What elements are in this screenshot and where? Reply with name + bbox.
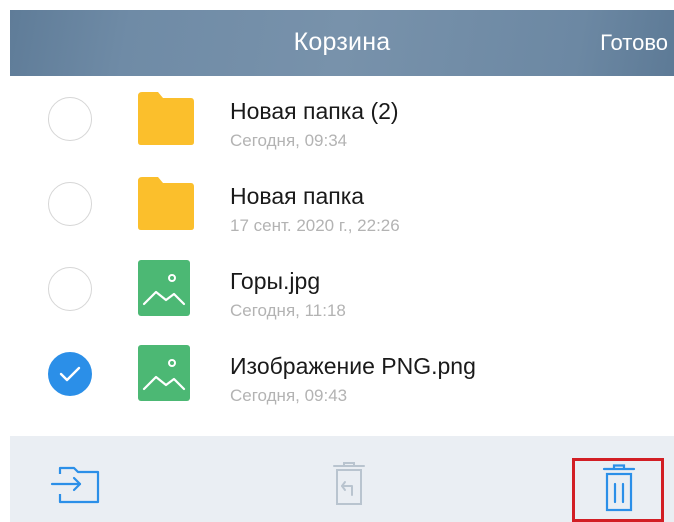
file-date: Сегодня, 09:34 [230,131,348,150]
list-item[interactable]: Горы.jpg Сегодня, 11:18 [10,246,674,331]
image-icon [138,345,190,401]
list-item[interactable]: Новая папка (2) Сегодня, 09:34 [10,76,674,161]
move-to-folder-button[interactable] [50,466,102,511]
delete-button-highlight [572,458,664,522]
file-name: Горы.jpg [230,268,321,294]
folder-icon [136,90,196,146]
list-item[interactable]: Новая папка 17 сент. 2020 г., 22:26 [10,161,674,246]
checkmark-icon [59,366,81,382]
navigation-bar: Корзина Готово [10,10,674,76]
file-date: Сегодня, 09:43 [230,386,348,405]
file-name: Новая папка (2) [230,98,399,124]
restore-button[interactable] [332,462,366,513]
list-item[interactable]: Изображение PNG.png Сегодня, 09:43 [10,331,674,416]
select-checkbox[interactable] [48,97,92,141]
image-icon [138,260,190,316]
file-name: Новая папка [230,183,365,209]
file-name: Изображение PNG.png [230,353,476,379]
page-title: Корзина [293,28,391,56]
select-checkbox[interactable] [48,267,92,311]
select-checkbox-checked[interactable] [48,352,92,396]
file-date: 17 сент. 2020 г., 22:26 [230,216,400,235]
select-checkbox[interactable] [48,182,92,226]
file-date: Сегодня, 11:18 [230,301,346,320]
folder-icon [136,175,196,231]
done-button[interactable]: Готово [600,30,668,56]
move-to-folder-icon [50,466,100,504]
restore-icon [333,462,365,505]
file-list: Новая папка (2) Сегодня, 09:34 Новая пап… [10,76,674,416]
